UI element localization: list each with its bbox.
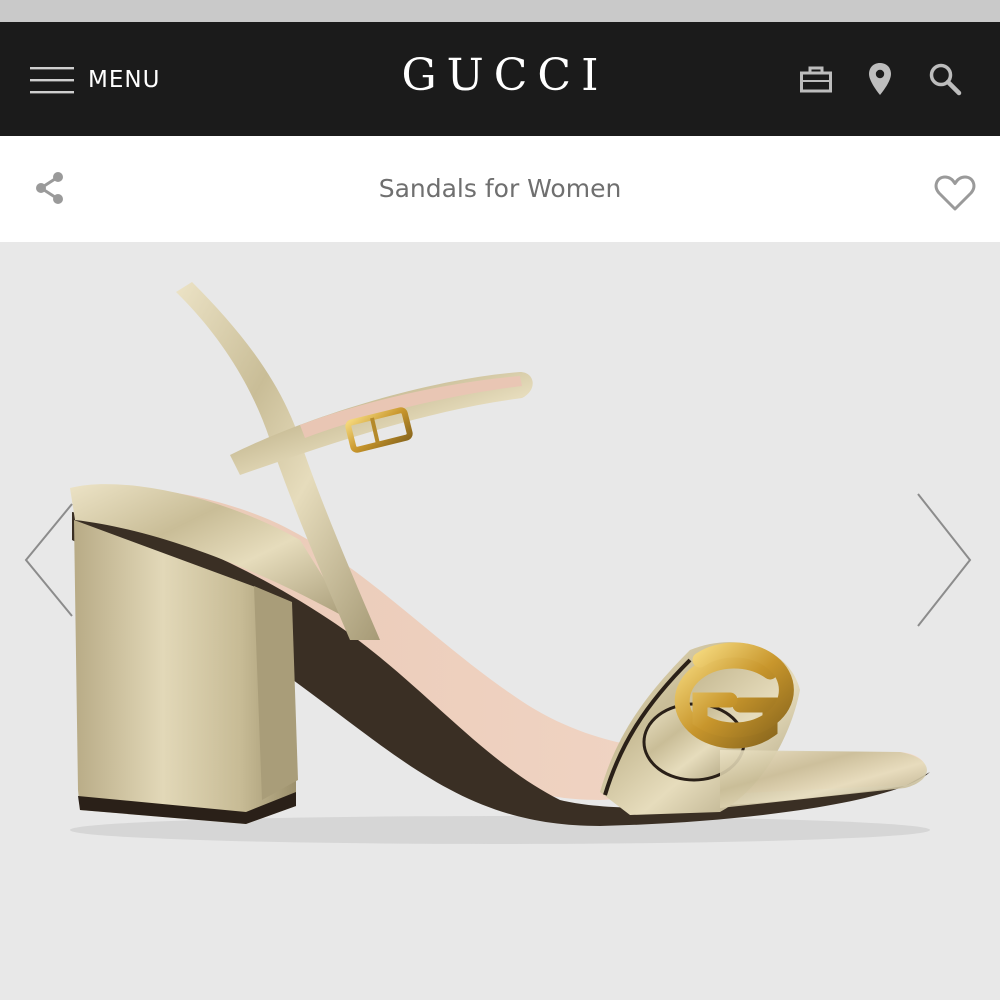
heart-icon[interactable] (934, 174, 976, 212)
top-navigation-bar: MENU GUCCI (0, 22, 1000, 136)
product-subheader: Sandals for Women (0, 136, 1000, 242)
product-image-gallery (0, 242, 1000, 1000)
brand-logo[interactable]: GUCCI (0, 50, 1000, 101)
chevron-left-icon[interactable] (20, 500, 76, 624)
location-pin-icon[interactable] (867, 61, 893, 97)
page-title: Sandals for Women (378, 174, 622, 203)
status-strip (0, 0, 1000, 22)
chevron-right-icon[interactable] (914, 490, 974, 634)
search-icon[interactable] (928, 62, 962, 96)
product-image-sandal (70, 282, 930, 844)
shopping-bag-icon[interactable] (799, 62, 833, 96)
